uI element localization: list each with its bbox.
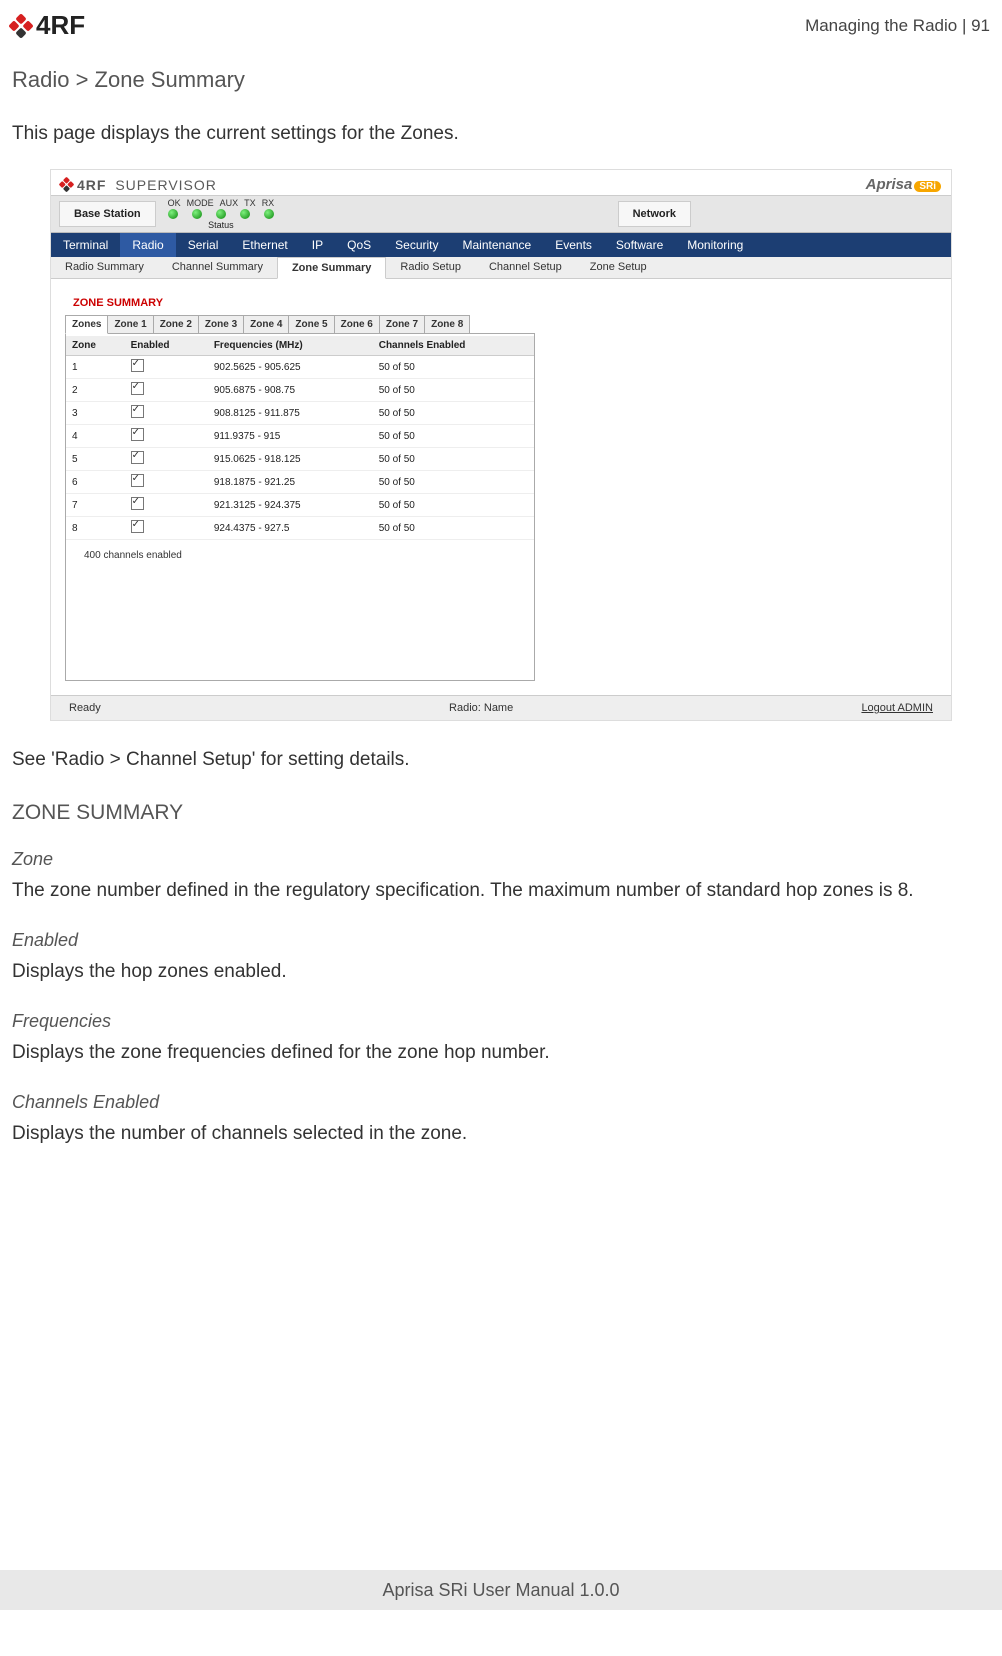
sub-nav-channel-setup[interactable]: Channel Setup	[475, 257, 576, 278]
main-nav: TerminalRadioSerialEthernetIPQoSSecurity…	[51, 233, 951, 257]
field-description: Displays the number of channels selected…	[12, 1123, 990, 1145]
main-nav-monitoring[interactable]: Monitoring	[675, 233, 755, 257]
breadcrumb: Radio > Zone Summary	[12, 67, 990, 93]
intro-text: This page displays the current settings …	[12, 123, 990, 145]
zone-tab-zone-1[interactable]: Zone 1	[107, 315, 153, 334]
app-screenshot: 4RF SUPERVISOR AprisaSRi Base Station OK…	[50, 169, 952, 721]
checkbox-icon[interactable]	[131, 474, 144, 487]
zone-tab-zone-7[interactable]: Zone 7	[379, 315, 425, 334]
sub-nav-radio-summary[interactable]: Radio Summary	[51, 257, 158, 278]
base-station-box[interactable]: Base Station	[59, 201, 156, 227]
table-row: 6918.1875 - 921.2550 of 50	[66, 471, 534, 494]
checkbox-icon[interactable]	[131, 451, 144, 464]
checkbox-icon[interactable]	[131, 382, 144, 395]
footer-radio: Radio: Name	[449, 702, 513, 714]
field-description: Displays the zone frequencies defined fo…	[12, 1042, 990, 1064]
app-logo-icon	[59, 177, 75, 193]
logo-icon	[8, 13, 33, 38]
header-right: Managing the Radio | 91	[805, 16, 990, 36]
main-nav-maintenance[interactable]: Maintenance	[451, 233, 544, 257]
field-heading: Channels Enabled	[12, 1092, 990, 1113]
table-row: 1902.5625 - 905.62550 of 50	[66, 356, 534, 379]
footer-ready: Ready	[69, 702, 101, 714]
channel-setup-link[interactable]: Radio > Channel Setup	[55, 749, 252, 770]
field-description: The zone number defined in the regulator…	[12, 880, 990, 902]
sub-nav-radio-setup[interactable]: Radio Setup	[386, 257, 475, 278]
main-nav-events[interactable]: Events	[543, 233, 604, 257]
zone-tab-zones[interactable]: Zones	[65, 315, 108, 334]
footer-bar: Aprisa SRi User Manual 1.0.0	[0, 1570, 1002, 1610]
zone-tab-zone-4[interactable]: Zone 4	[243, 315, 289, 334]
table-row: 2905.6875 - 908.7550 of 50	[66, 379, 534, 402]
logo: 4RF	[12, 10, 85, 41]
field-heading: Zone	[12, 849, 990, 870]
table-row: 5915.0625 - 918.12550 of 50	[66, 448, 534, 471]
checkbox-icon[interactable]	[131, 428, 144, 441]
main-nav-software[interactable]: Software	[604, 233, 675, 257]
zone-tabs: ZonesZone 1Zone 2Zone 3Zone 4Zone 5Zone …	[65, 315, 535, 334]
sri-badge: SRi	[914, 181, 941, 192]
checkbox-icon[interactable]	[131, 359, 144, 372]
main-nav-ip[interactable]: IP	[300, 233, 335, 257]
checkbox-icon[interactable]	[131, 497, 144, 510]
table-row: 3908.8125 - 911.87550 of 50	[66, 402, 534, 425]
main-nav-qos[interactable]: QoS	[335, 233, 383, 257]
app-logo: 4RF SUPERVISOR	[61, 177, 217, 193]
logout-link[interactable]: Logout ADMIN	[861, 702, 933, 714]
sub-nav-zone-setup[interactable]: Zone Setup	[576, 257, 661, 278]
sub-nav-channel-summary[interactable]: Channel Summary	[158, 257, 277, 278]
logo-text: 4RF	[36, 10, 85, 41]
zone-tab-zone-8[interactable]: Zone 8	[424, 315, 470, 334]
table-row: 4911.9375 - 91550 of 50	[66, 425, 534, 448]
table-row: 8924.4375 - 927.550 of 50	[66, 517, 534, 540]
zone-tab-zone-5[interactable]: Zone 5	[288, 315, 334, 334]
zone-tab-zone-3[interactable]: Zone 3	[198, 315, 244, 334]
total-note: 400 channels enabled	[66, 540, 534, 561]
supervisor-label: SUPERVISOR	[115, 177, 217, 193]
field-heading: Frequencies	[12, 1011, 990, 1032]
table-row: 7921.3125 - 924.37550 of 50	[66, 494, 534, 517]
sub-nav-zone-summary[interactable]: Zone Summary	[277, 257, 386, 279]
panel-title: ZONE SUMMARY	[65, 293, 535, 315]
main-nav-radio[interactable]: Radio	[120, 233, 175, 257]
status-leds: OKMODEAUXTXRX Status	[168, 198, 275, 230]
main-nav-ethernet[interactable]: Ethernet	[230, 233, 299, 257]
section-heading: ZONE SUMMARY	[12, 801, 990, 825]
zone-tab-zone-2[interactable]: Zone 2	[153, 315, 199, 334]
see-also: See 'Radio > Channel Setup' for setting …	[12, 749, 990, 771]
zone-tab-zone-6[interactable]: Zone 6	[334, 315, 380, 334]
checkbox-icon[interactable]	[131, 520, 144, 533]
main-nav-security[interactable]: Security	[383, 233, 450, 257]
sub-nav: Radio SummaryChannel SummaryZone Summary…	[51, 257, 951, 279]
network-box[interactable]: Network	[618, 201, 691, 227]
main-nav-terminal[interactable]: Terminal	[51, 233, 120, 257]
zone-summary-panel: ZONE SUMMARY ZonesZone 1Zone 2Zone 3Zone…	[65, 293, 535, 681]
aprisa-brand: AprisaSRi	[866, 176, 941, 193]
main-nav-serial[interactable]: Serial	[176, 233, 231, 257]
status-label: Status	[208, 220, 234, 230]
zone-table: ZoneEnabledFrequencies (MHz)Channels Ena…	[66, 336, 534, 540]
checkbox-icon[interactable]	[131, 405, 144, 418]
field-description: Displays the hop zones enabled.	[12, 961, 990, 983]
field-heading: Enabled	[12, 930, 990, 951]
